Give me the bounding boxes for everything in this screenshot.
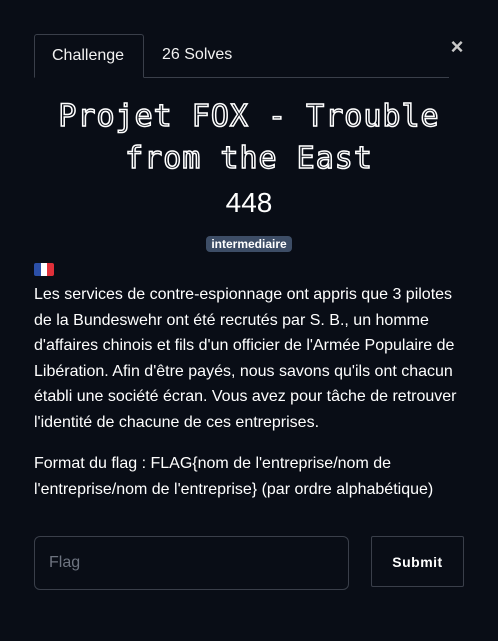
difficulty-badge-container: intermediaire (0, 235, 498, 253)
tab-solves[interactable]: 26 Solves (145, 34, 249, 76)
flag-stripe-blue (34, 263, 41, 276)
submit-button[interactable]: Submit (371, 536, 464, 587)
tab-challenge[interactable]: Challenge (34, 34, 144, 78)
flag-input[interactable] (34, 536, 349, 590)
challenge-points: 448 (225, 187, 273, 218)
flag-stripe-red (47, 263, 54, 276)
close-button[interactable]: × (448, 36, 466, 58)
flag-format-text: Format du flag : FLAG{nom de l'entrepris… (34, 455, 434, 498)
challenge-tabs: Challenge 26 Solves (34, 34, 449, 78)
france-flag-icon (34, 263, 54, 276)
challenge-modal: × Challenge 26 Solves Projet FOX - Troub… (0, 0, 498, 641)
difficulty-badge: intermediaire (206, 236, 292, 252)
challenge-title: Projet FOX - Trouble from the East (58, 98, 440, 177)
challenge-description: Les services de contre-espionnage ont ap… (34, 286, 457, 431)
flag-stripe-white (40, 263, 48, 276)
